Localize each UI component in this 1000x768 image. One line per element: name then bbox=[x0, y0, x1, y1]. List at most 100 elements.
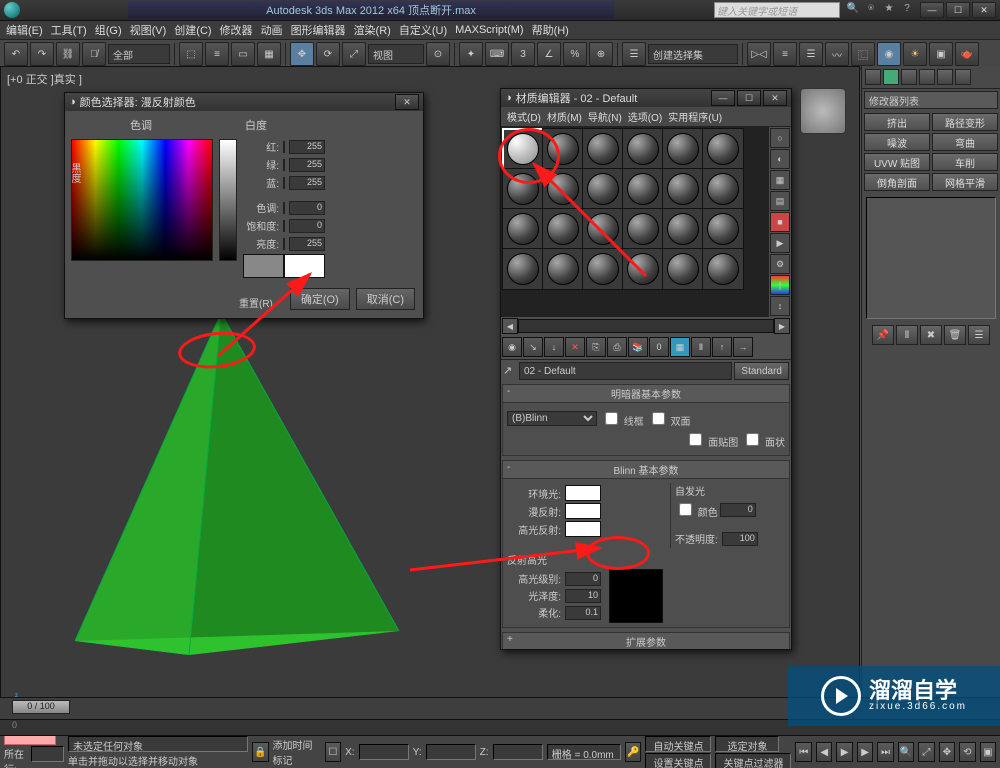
rollout-extended[interactable]: +扩展参数 bbox=[502, 632, 790, 649]
menu-views[interactable]: 视图(V) bbox=[130, 22, 167, 38]
link-button[interactable]: ⛓ bbox=[56, 42, 80, 66]
self-illum-value[interactable]: 0 bbox=[720, 503, 756, 517]
material-slot[interactable] bbox=[662, 168, 704, 210]
twosided-checkbox[interactable]: 双面 bbox=[648, 409, 691, 428]
make-unique-icon[interactable]: ⎙ bbox=[607, 337, 627, 357]
spec-level-value[interactable]: 0 bbox=[565, 572, 601, 586]
opacity-value[interactable]: 100 bbox=[722, 532, 758, 546]
menu-customize[interactable]: 自定义(U) bbox=[399, 22, 447, 38]
self-illum-color-check[interactable]: 颜色 bbox=[675, 500, 718, 519]
script-listener[interactable] bbox=[4, 735, 56, 745]
material-slot[interactable] bbox=[662, 208, 704, 250]
mod-pathdeform[interactable]: 路径变形 bbox=[932, 113, 998, 131]
restore-icon[interactable]: ☐ bbox=[737, 90, 761, 106]
render-button[interactable]: 🫖 bbox=[955, 42, 979, 66]
scroll-track[interactable] bbox=[518, 319, 774, 333]
minimize-button[interactable]: — bbox=[920, 2, 944, 18]
make-copy-icon[interactable]: ⎘ bbox=[586, 337, 606, 357]
mod-uvw[interactable]: UVW 贴图 bbox=[864, 153, 930, 171]
star-icon[interactable]: ★ bbox=[882, 3, 896, 17]
material-slot[interactable] bbox=[702, 208, 744, 250]
green-value[interactable]: 255 bbox=[289, 158, 325, 172]
material-slot[interactable] bbox=[502, 168, 544, 210]
material-slot[interactable] bbox=[702, 168, 744, 210]
scroll-right-icon[interactable]: ▶ bbox=[774, 318, 790, 334]
material-type-button[interactable]: Standard bbox=[734, 362, 789, 380]
show-in-vp-icon[interactable]: ▦ bbox=[670, 337, 690, 357]
named-selset-button[interactable]: ☰ bbox=[622, 42, 646, 66]
wire-checkbox[interactable]: 线框 bbox=[601, 409, 644, 428]
infocenter-icon[interactable]: 🔍 bbox=[846, 3, 860, 17]
viewport-label[interactable]: [+0 正交 ]真实 ] bbox=[7, 71, 82, 87]
diffuse-swatch[interactable] bbox=[565, 503, 601, 519]
material-slot[interactable] bbox=[662, 128, 704, 170]
rollout-header[interactable]: -明暗器基本参数 bbox=[503, 385, 789, 403]
x-field[interactable] bbox=[359, 744, 409, 760]
material-sample-slots[interactable] bbox=[501, 127, 769, 317]
put-to-lib-icon[interactable]: 📚 bbox=[628, 337, 648, 357]
menu-help[interactable]: 帮助(H) bbox=[532, 22, 569, 38]
material-slot[interactable] bbox=[582, 208, 624, 250]
modifier-stack[interactable] bbox=[866, 197, 996, 319]
menu-edit[interactable]: 编辑(E) bbox=[6, 22, 43, 38]
mat-menu-utilities[interactable]: 实用程序(U) bbox=[668, 109, 722, 124]
menu-grapheditors[interactable]: 图形编辑器 bbox=[291, 22, 346, 38]
help-icon[interactable]: ? bbox=[900, 3, 914, 17]
assign-icon[interactable]: ↓ bbox=[544, 337, 564, 357]
layers-button[interactable]: ☰ bbox=[799, 42, 823, 66]
isolate-button[interactable]: ☐ bbox=[325, 742, 341, 762]
mat-menu-modes[interactable]: 模式(D) bbox=[507, 109, 541, 124]
material-slot[interactable] bbox=[622, 128, 664, 170]
sample-type-icon[interactable]: ○ bbox=[770, 128, 790, 148]
uv-tiling-icon[interactable]: ▤ bbox=[770, 191, 790, 211]
material-slot[interactable] bbox=[542, 128, 584, 170]
sat-slider[interactable] bbox=[283, 220, 285, 232]
hue-slider[interactable] bbox=[283, 202, 285, 214]
tab-motion[interactable] bbox=[919, 69, 935, 85]
tab-hierarchy[interactable] bbox=[901, 69, 917, 85]
red-slider[interactable] bbox=[283, 141, 285, 153]
close-button[interactable]: ✕ bbox=[972, 2, 996, 18]
max-toggle-button[interactable]: ▣ bbox=[980, 742, 996, 762]
z-field[interactable] bbox=[493, 744, 543, 760]
select-scale-button[interactable]: ⤢ bbox=[342, 42, 366, 66]
select-object-button[interactable]: ⬚ bbox=[179, 42, 203, 66]
select-rotate-button[interactable]: ⟳ bbox=[316, 42, 340, 66]
material-slot[interactable] bbox=[542, 248, 584, 290]
menu-rendering[interactable]: 渲染(R) bbox=[354, 22, 391, 38]
unique-button[interactable]: ✖ bbox=[920, 325, 942, 345]
key-mode-button[interactable]: 🔑 bbox=[625, 742, 641, 762]
manipulate-button[interactable]: ✦ bbox=[459, 42, 483, 66]
keyboard-button[interactable]: ⌨ bbox=[485, 42, 509, 66]
pick-icon[interactable]: ↗ bbox=[503, 364, 517, 378]
val-slider[interactable] bbox=[283, 238, 285, 250]
play-button[interactable]: ▶ bbox=[836, 742, 852, 762]
menu-group[interactable]: 组(G) bbox=[95, 22, 122, 38]
shader-dropdown[interactable]: (B)Blinn bbox=[507, 411, 597, 426]
curve-editor-button[interactable]: 〰 bbox=[825, 42, 849, 66]
show-end-button[interactable]: Ⅱ bbox=[896, 325, 918, 345]
backlight-icon[interactable]: ◐ bbox=[770, 149, 790, 169]
cancel-button[interactable]: 取消(C) bbox=[356, 288, 415, 310]
sat-value[interactable]: 0 bbox=[289, 219, 325, 233]
scroll-left-icon[interactable]: ◀ bbox=[502, 318, 518, 334]
goto-start-button[interactable]: ⏮ bbox=[795, 742, 811, 762]
named-selset-dropdown[interactable]: 创建选择集 bbox=[648, 44, 738, 64]
facemap-checkbox[interactable]: 面贴图 bbox=[685, 430, 738, 449]
faceted-checkbox[interactable]: 面状 bbox=[742, 430, 785, 449]
options-icon[interactable]: ⚙ bbox=[770, 254, 790, 274]
spinner-snap-button[interactable]: ⊕ bbox=[589, 42, 613, 66]
zoom-all-button[interactable]: ⤢ bbox=[918, 742, 934, 762]
mod-noise[interactable]: 噪波 bbox=[864, 133, 930, 151]
align-button[interactable]: ≡ bbox=[773, 42, 797, 66]
material-name-field[interactable]: 02 - Default bbox=[519, 362, 732, 380]
val-value[interactable]: 255 bbox=[289, 237, 325, 251]
mat-menu-material[interactable]: 材质(M) bbox=[547, 109, 582, 124]
mat-menu-navigation[interactable]: 导航(N) bbox=[588, 109, 622, 124]
sample-scrollbar[interactable]: ◀ ▶ bbox=[501, 317, 791, 335]
gloss-value[interactable]: 10 bbox=[565, 589, 601, 603]
material-slot[interactable] bbox=[702, 128, 744, 170]
tab-utilities[interactable] bbox=[955, 69, 971, 85]
setkey-button[interactable]: 设置关键点 bbox=[645, 753, 711, 768]
reset-button[interactable]: 重置(R) bbox=[239, 295, 273, 310]
